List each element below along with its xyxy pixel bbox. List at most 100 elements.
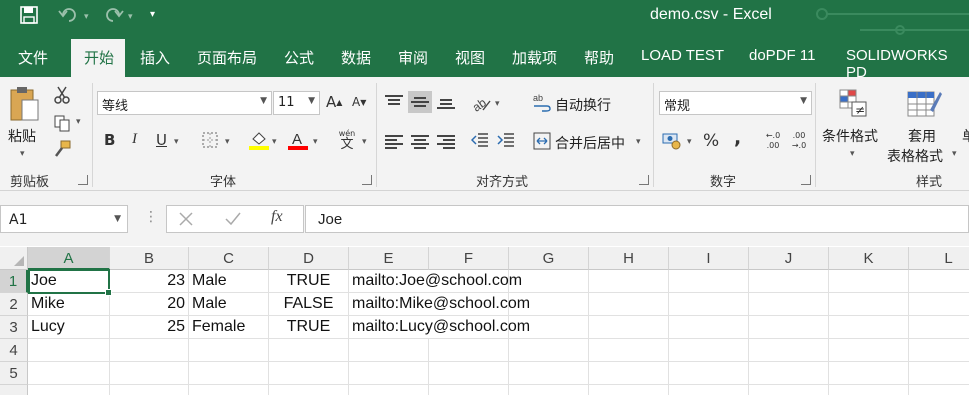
cell-l6[interactable] (909, 385, 969, 395)
merge-dropdown-icon[interactable]: ▾ (636, 137, 641, 147)
borders-icon[interactable] (200, 130, 220, 150)
undo-dropdown-icon[interactable]: ▾ (84, 12, 89, 22)
cell-i6[interactable] (669, 385, 749, 395)
decrease-decimal-button[interactable]: .00 →.0 (789, 129, 809, 153)
accounting-dropdown-icon[interactable]: ▾ (687, 137, 692, 147)
conditional-formatting-button[interactable]: 条件格式 (822, 126, 878, 146)
cell-j5[interactable] (749, 362, 829, 385)
align-center-icon[interactable] (411, 133, 429, 151)
undo-icon[interactable] (58, 6, 80, 28)
cell-j4[interactable] (749, 339, 829, 362)
cell-f4[interactable] (429, 339, 509, 362)
format-painter-icon[interactable] (52, 139, 72, 159)
cell-b3[interactable]: 25 (110, 316, 189, 339)
bold-button[interactable]: B (104, 131, 115, 149)
clipboard-launcher-icon[interactable] (78, 175, 88, 185)
cell-e6[interactable] (349, 385, 429, 395)
cell-c2[interactable]: Male (189, 293, 269, 316)
font-color-dropdown-icon[interactable]: ▾ (313, 137, 318, 147)
orientation-icon[interactable]: ab (470, 93, 492, 113)
row-header-4[interactable]: 4 (0, 339, 28, 362)
format-as-table-icon[interactable] (905, 87, 943, 121)
tab-home[interactable]: 开始 (71, 39, 125, 77)
cell-i4[interactable] (669, 339, 749, 362)
row-header-2[interactable]: 2 (0, 293, 28, 316)
cell-e3[interactable]: mailto:Lucy@school.com (349, 316, 530, 339)
font-launcher-icon[interactable] (362, 175, 372, 185)
cell-h5[interactable] (589, 362, 669, 385)
cell-f5[interactable] (429, 362, 509, 385)
column-header-e[interactable]: E (349, 247, 429, 270)
cell-j3[interactable] (749, 316, 829, 339)
tab-view[interactable]: 视图 (455, 47, 485, 68)
column-header-f[interactable]: F (429, 247, 509, 270)
cell-l5[interactable] (909, 362, 969, 385)
font-color-icon[interactable]: A (287, 129, 309, 151)
column-header-k[interactable]: K (829, 247, 909, 270)
format-as-table-button[interactable]: 表格格式 (887, 146, 943, 166)
cell-h6[interactable] (589, 385, 669, 395)
column-header-b[interactable]: B (110, 247, 189, 270)
cell-e2[interactable]: mailto:Mike@school.com (349, 293, 530, 316)
decrease-indent-icon[interactable] (470, 131, 490, 149)
tab-load-test[interactable]: LOAD TEST (641, 47, 724, 64)
percent-button[interactable]: % (703, 131, 719, 151)
merge-center-icon[interactable] (532, 131, 552, 151)
align-left-icon[interactable] (385, 133, 403, 151)
name-box[interactable]: A1 ▼ (0, 205, 128, 233)
cell-i2[interactable] (669, 293, 749, 316)
cell-c5[interactable] (189, 362, 269, 385)
cell-i3[interactable] (669, 316, 749, 339)
tab-page-layout[interactable]: 页面布局 (197, 47, 257, 68)
font-name-select[interactable]: 等线 ▼ (97, 91, 272, 115)
tab-file[interactable]: 文件 (18, 47, 48, 68)
cell-g4[interactable] (509, 339, 589, 362)
insert-function-button[interactable]: fx (271, 208, 283, 226)
cell-l2[interactable] (909, 293, 969, 316)
cell-d6[interactable] (269, 385, 349, 395)
row-header-6[interactable] (0, 385, 28, 395)
cell-h3[interactable] (589, 316, 669, 339)
cell-l1[interactable] (909, 270, 969, 293)
cell-d4[interactable] (269, 339, 349, 362)
format-as-table-label-top[interactable]: 套用 (908, 126, 936, 146)
alignment-launcher-icon[interactable] (639, 175, 649, 185)
wrap-text-icon[interactable]: ab (532, 91, 552, 113)
fill-color-dropdown-icon[interactable]: ▾ (272, 137, 277, 147)
row-header-3[interactable]: 3 (0, 316, 28, 339)
cell-c3[interactable]: Female (189, 316, 269, 339)
cell-h2[interactable] (589, 293, 669, 316)
enter-icon[interactable] (225, 212, 241, 226)
align-top-icon[interactable] (385, 93, 403, 107)
cell-a3[interactable]: Lucy (28, 316, 110, 339)
align-right-icon[interactable] (437, 133, 455, 151)
conditional-formatting-dropdown-icon[interactable]: ▾ (850, 149, 855, 159)
column-header-i[interactable]: I (669, 247, 749, 270)
increase-decimal-button[interactable]: ←.0.00 (763, 129, 783, 153)
column-header-g[interactable]: G (509, 247, 589, 270)
cell-b2[interactable]: 20 (110, 293, 189, 316)
shrink-font-button[interactable]: A ▼ (352, 95, 366, 109)
cell-h1[interactable] (589, 270, 669, 293)
customize-icon[interactable]: ▾ (150, 9, 155, 20)
cut-icon[interactable] (52, 85, 72, 105)
redo-dropdown-icon[interactable]: ▾ (128, 12, 133, 22)
cell-c4[interactable] (189, 339, 269, 362)
cell-c1[interactable]: Male (189, 270, 269, 293)
number-format-select[interactable]: 常规 ▼ (659, 91, 812, 115)
tab-insert[interactable]: 插入 (140, 47, 170, 68)
row-header-1[interactable]: 1 (0, 270, 28, 293)
cell-e1[interactable]: mailto:Joe@school.com (349, 270, 522, 293)
phonetic-dropdown-icon[interactable]: ▾ (362, 137, 367, 147)
cell-b5[interactable] (110, 362, 189, 385)
paste-button[interactable]: 粘贴 (8, 126, 36, 146)
font-size-select[interactable]: 11 ▼ (273, 91, 320, 115)
cell-d5[interactable] (269, 362, 349, 385)
cell-e5[interactable] (349, 362, 429, 385)
fill-color-icon[interactable] (248, 129, 270, 151)
cell-a6[interactable] (28, 385, 110, 395)
italic-button[interactable]: I (132, 131, 137, 148)
cell-b4[interactable] (110, 339, 189, 362)
fill-handle[interactable] (105, 289, 112, 296)
cell-d1[interactable]: TRUE (269, 270, 349, 293)
